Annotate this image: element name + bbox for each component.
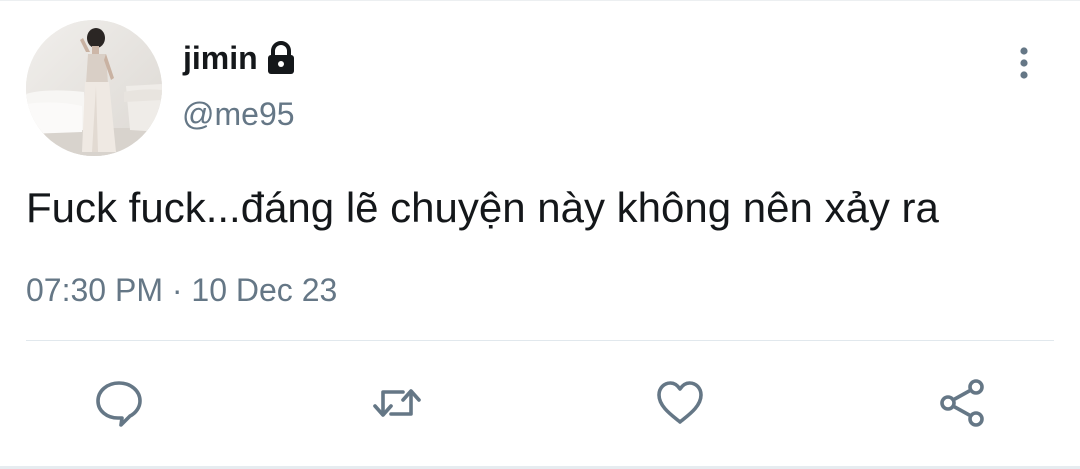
lock-icon [266,41,296,75]
display-name[interactable]: jimin [183,40,258,77]
retweet-button[interactable] [370,376,424,430]
reply-button[interactable] [92,376,146,430]
avatar[interactable] [26,20,162,156]
top-border [0,0,1080,1]
user-handle[interactable]: @me95 [182,96,295,133]
retweet-arrows-icon [373,389,421,417]
author-name-row: jimin [183,36,296,80]
tweet-card: jimin @me95 Fuck fuck...đáng lẽ chuyện n… [0,0,1080,469]
share-nodes-icon [940,379,984,427]
heart-icon [657,381,703,424]
tweet-timestamp[interactable]: 07:30 PM · 10 Dec 23 [26,272,337,309]
avatar-photo [26,20,162,156]
vertical-dots-icon[interactable] [1008,44,1040,84]
share-button[interactable] [935,376,989,430]
like-button[interactable] [653,376,707,430]
tweet-text: Fuck fuck...đáng lẽ chuyện này không nên… [26,184,939,231]
divider [26,340,1054,341]
speech-bubble-icon [96,381,142,427]
